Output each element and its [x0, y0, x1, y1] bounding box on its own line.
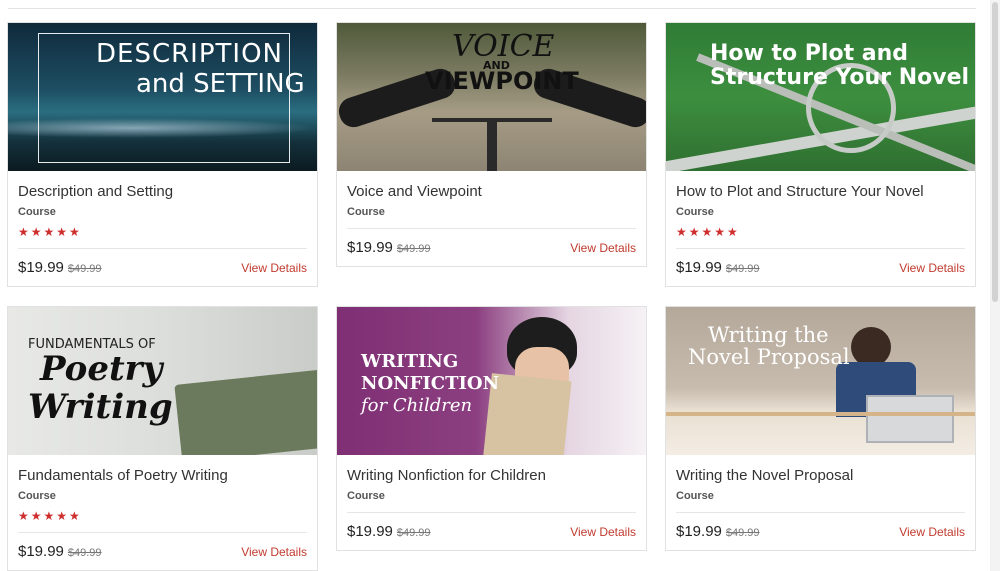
course-title[interactable]: Description and Setting — [18, 183, 307, 201]
sale-price: $19.99 — [347, 238, 393, 256]
thumbnail-title-line1: Writing the — [708, 323, 829, 347]
rating-stars: ★★★★★ — [676, 225, 740, 239]
view-details-link[interactable]: View Details — [899, 261, 965, 275]
course-card[interactable]: FUNDAMENTALS OF Poetry Writing Fundament… — [7, 306, 318, 571]
sale-price: $19.99 — [676, 522, 722, 540]
thumbnail-title-line2: Structure Your Novel — [710, 65, 970, 90]
thumbnail-title-line1: How to Plot and — [710, 41, 909, 66]
course-type: Course — [18, 490, 56, 502]
thumbnail-title-line3: VIEWPOINT — [425, 67, 579, 95]
thumbnail-title-line2: and SETTING — [136, 69, 305, 99]
view-details-link[interactable]: View Details — [570, 525, 636, 539]
course-card[interactable]: VOICE AND VIEWPOINT Voice and Viewpoint … — [336, 22, 647, 267]
course-type: Course — [676, 206, 714, 218]
scrollbar-thumb[interactable] — [992, 2, 998, 302]
original-price: $49.99 — [725, 262, 760, 275]
course-title[interactable]: Fundamentals of Poetry Writing — [18, 467, 307, 485]
rating-stars: ★★★★★ — [18, 225, 82, 239]
course-card[interactable]: DESCRIPTION and SETTING Description and … — [7, 22, 318, 287]
page-scrollbar[interactable] — [990, 0, 1000, 571]
thumbnail-title-line2: NONFICTION — [361, 373, 500, 394]
course-type: Course — [347, 206, 385, 218]
sale-price: $19.99 — [18, 542, 64, 560]
view-details-link[interactable]: View Details — [899, 525, 965, 539]
course-thumbnail[interactable]: WRITING NONFICTION for Children — [337, 307, 646, 455]
course-title[interactable]: Voice and Viewpoint — [347, 183, 636, 201]
course-title[interactable]: Writing Nonfiction for Children — [347, 467, 636, 485]
thumbnail-title-line2: Novel Proposal — [688, 345, 850, 369]
course-card[interactable]: How to Plot and Structure Your Novel How… — [665, 22, 976, 287]
course-thumbnail[interactable]: FUNDAMENTALS OF Poetry Writing — [8, 307, 317, 455]
top-divider — [8, 8, 976, 9]
course-type: Course — [18, 206, 56, 218]
sale-price: $19.99 — [347, 522, 393, 540]
original-price: $49.99 — [396, 526, 431, 539]
course-card[interactable]: WRITING NONFICTION for Children Writing … — [336, 306, 647, 551]
rating-stars: ★★★★★ — [18, 509, 82, 523]
original-price: $49.99 — [67, 546, 102, 559]
course-title[interactable]: Writing the Novel Proposal — [676, 467, 965, 485]
original-price: $49.99 — [67, 262, 102, 275]
thumbnail-title-line1: DESCRIPTION — [96, 39, 283, 69]
course-card[interactable]: Writing the Novel Proposal Writing the N… — [665, 306, 976, 551]
course-thumbnail[interactable]: DESCRIPTION and SETTING — [8, 23, 317, 171]
view-details-link[interactable]: View Details — [241, 545, 307, 559]
course-thumbnail[interactable]: How to Plot and Structure Your Novel — [666, 23, 975, 171]
thumbnail-title-line3: for Children — [361, 395, 473, 416]
thumbnail-title-line1: WRITING — [361, 351, 459, 372]
course-thumbnail[interactable]: Writing the Novel Proposal — [666, 307, 975, 455]
course-title[interactable]: How to Plot and Structure Your Novel — [676, 183, 965, 201]
course-thumbnail[interactable]: VOICE AND VIEWPOINT — [337, 23, 646, 171]
original-price: $49.99 — [725, 526, 760, 539]
thumbnail-title-line3: Writing — [28, 387, 173, 427]
view-details-link[interactable]: View Details — [570, 241, 636, 255]
course-type: Course — [676, 490, 714, 502]
course-type: Course — [347, 490, 385, 502]
original-price: $49.99 — [396, 242, 431, 255]
thumbnail-title-line2: Poetry — [40, 349, 163, 389]
sale-price: $19.99 — [676, 258, 722, 276]
view-details-link[interactable]: View Details — [241, 261, 307, 275]
sale-price: $19.99 — [18, 258, 64, 276]
